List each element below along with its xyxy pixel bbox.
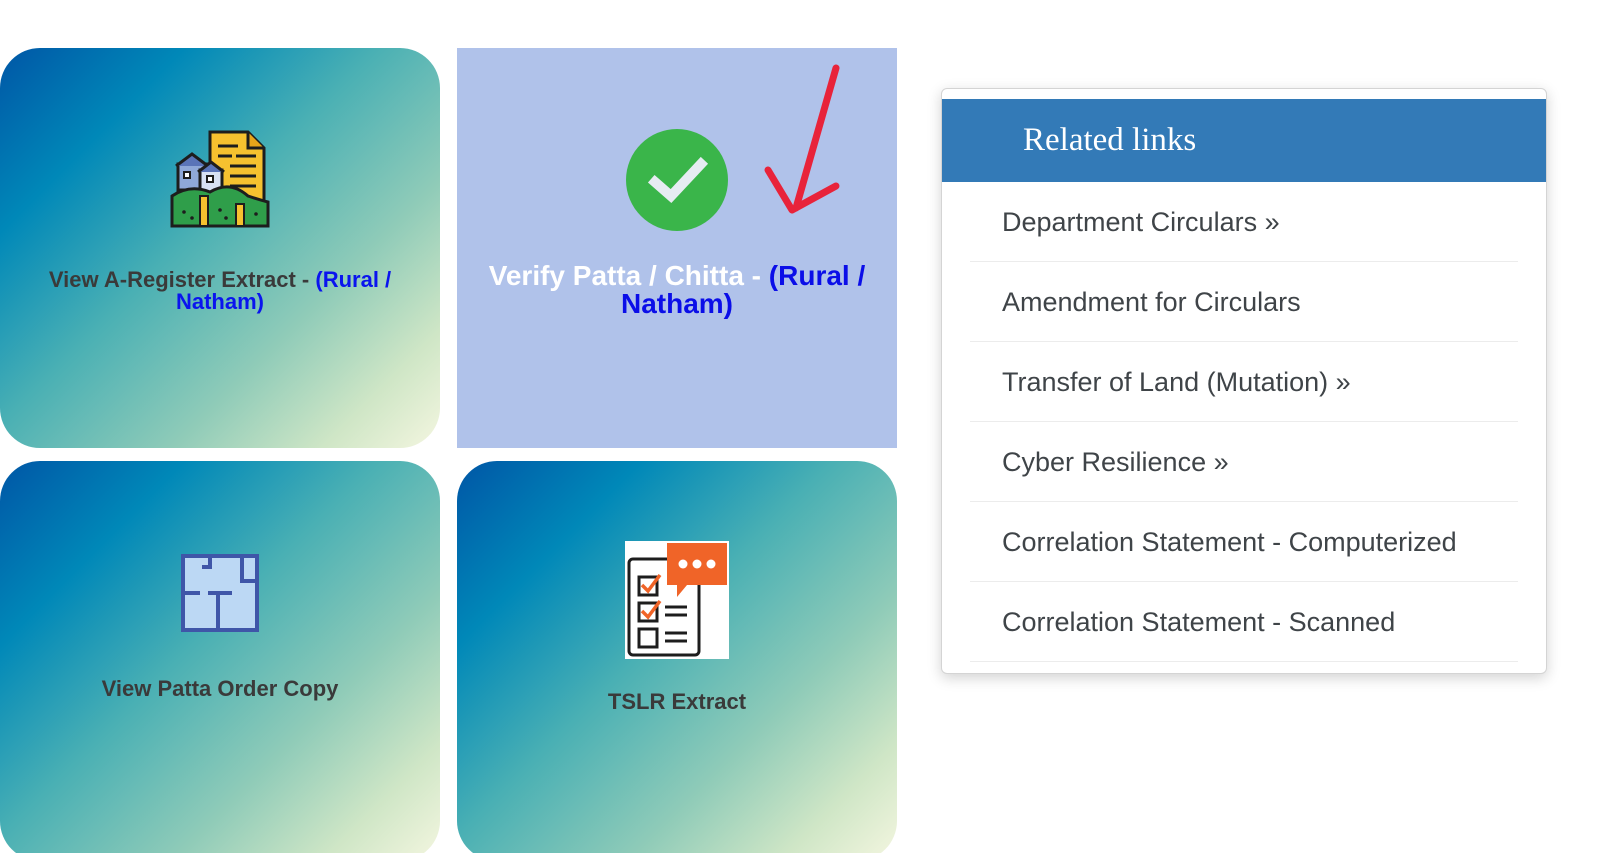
floor-plan-icon	[180, 553, 260, 638]
related-link-transfer-of-land[interactable]: Transfer of Land (Mutation) »	[970, 342, 1518, 422]
down-arrow-annotation-icon	[762, 62, 846, 223]
related-link-department-circulars[interactable]: Department Circulars »	[970, 182, 1518, 262]
checklist-chat-icon	[625, 541, 729, 664]
related-links-list: Department Circulars » Amendment for Cir…	[942, 182, 1546, 662]
check-circle-icon	[625, 128, 729, 237]
related-links-title: Related links	[942, 99, 1546, 182]
related-link-amendment-for-circulars[interactable]: Amendment for Circulars	[970, 262, 1518, 342]
tile-label: TSLR Extract	[607, 689, 747, 714]
tile-label: View A-Register Extract - (Rural / Natha…	[20, 269, 420, 313]
tile-view-patta-order-copy[interactable]: View Patta Order Copy	[0, 461, 440, 853]
related-link-cyber-resilience[interactable]: Cyber Resilience »	[970, 422, 1518, 502]
tile-label: Verify Patta / Chitta - (Rural / Natham)	[477, 262, 877, 318]
tile-tslr-extract[interactable]: TSLR Extract	[457, 461, 897, 853]
related-link-correlation-computerized[interactable]: Correlation Statement - Computerized	[970, 502, 1518, 582]
tile-label: View Patta Order Copy	[101, 676, 339, 701]
village-document-icon	[170, 130, 270, 233]
related-links-panel: Related links Department Circulars » Ame…	[941, 88, 1547, 674]
page: View A-Register Extract - (Rural / Natha…	[0, 0, 1603, 853]
tile-view-a-register-extract[interactable]: View A-Register Extract - (Rural / Natha…	[0, 48, 440, 448]
tile-label-text: Verify Patta / Chitta -	[488, 260, 769, 291]
related-link-correlation-scanned[interactable]: Correlation Statement - Scanned	[970, 582, 1518, 662]
